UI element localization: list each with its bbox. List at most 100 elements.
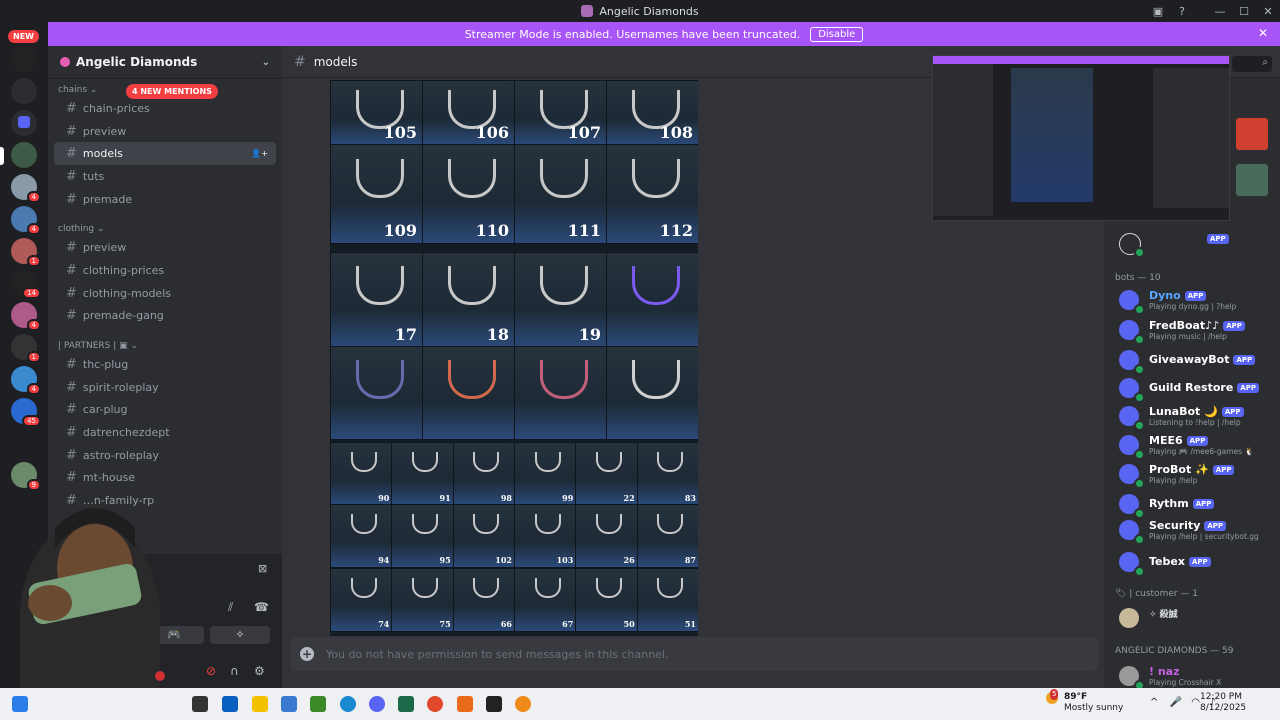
member-item-bot[interactable]: FredBoat♪♪ APP Playing music | /help (1115, 318, 1280, 345)
channel-item[interactable]: # clothing-prices (54, 259, 276, 282)
member-item-bot[interactable]: Rythm APP (1115, 492, 1280, 519)
help-icon[interactable]: ? (1170, 5, 1194, 18)
server-icon-angelic-diamonds[interactable] (11, 142, 37, 168)
blender-icon[interactable] (515, 696, 531, 712)
edge-icon[interactable] (340, 696, 356, 712)
chain-model-tile: 91 (391, 442, 455, 506)
mute-icon[interactable]: ⊘ (206, 664, 216, 678)
server-icon[interactable]: 4 (11, 174, 41, 203)
server-icon-blank[interactable] (11, 78, 37, 104)
member-item-bot[interactable]: Tebex APP (1115, 550, 1280, 577)
channel-label: clothing-models (82, 286, 171, 300)
discord-icon[interactable] (369, 696, 385, 712)
member-item[interactable]: ! naz Playing Crosshair X (1115, 664, 1280, 688)
game-thumbnail-icon[interactable] (1236, 164, 1268, 196)
channel-item[interactable]: # tuts (54, 165, 276, 188)
member-activity: Playing /help | securitybot.gg (1149, 532, 1259, 541)
chain-icon (411, 513, 438, 534)
chain-icon (534, 451, 561, 472)
member-item-bot[interactable]: Guild Restore APP (1115, 376, 1280, 403)
chain-model-tile: 103 (513, 504, 578, 568)
channel-item[interactable]: # mt-house (54, 467, 276, 490)
channel-item[interactable]: # preview (54, 120, 276, 143)
nvidia-icon[interactable] (310, 696, 326, 712)
wifi-icon[interactable]: ◠ (1191, 697, 1200, 708)
hashtag-icon: # (66, 308, 77, 324)
member-name: FredBoat♪♪ APP (1149, 319, 1245, 332)
channel-item[interactable]: # thc-plug (54, 353, 276, 376)
server-icon[interactable]: 1 (11, 238, 41, 267)
channel-item[interactable]: # spirit-roleplay (54, 376, 276, 399)
invite-icon[interactable]: 👤+ (251, 149, 268, 158)
channel-item[interactable]: # car-plug (54, 399, 276, 422)
member-item-bot[interactable]: Security APP Playing /help | securitybot.g… (1115, 518, 1280, 545)
online-status-icon (1134, 334, 1145, 345)
microphone-icon[interactable]: 🎤 (1170, 697, 1182, 708)
app-icon[interactable] (398, 696, 414, 712)
close-banner-icon[interactable]: ✕ (1258, 26, 1268, 40)
clock[interactable]: 12:20 PM 8/12/2025 (1200, 692, 1246, 714)
member-item-customer[interactable]: ✧ 殺誠 (1115, 606, 1280, 630)
chevron-up-icon[interactable]: ^ (1150, 697, 1158, 708)
settings-gear-icon[interactable]: ⚙ (254, 664, 265, 678)
member-item-bot[interactable]: GiveawayBot APP (1115, 348, 1280, 375)
close-button[interactable]: ✕ (1256, 5, 1280, 18)
weather-widget[interactable]: 5 89°F Mostly sunny (1046, 689, 1123, 713)
category-partners[interactable]: | PARTNERS | ▣ ⌄ (48, 335, 282, 353)
channel-item[interactable]: # chain-prices (54, 97, 276, 120)
hangup-icon[interactable]: ☎ (254, 600, 269, 614)
rust-icon[interactable] (1236, 118, 1268, 150)
overlay-icons (1236, 118, 1268, 210)
screen-share-preview[interactable] (932, 55, 1230, 221)
maximize-button[interactable]: ☐ (1232, 5, 1256, 18)
app-icon[interactable] (281, 696, 297, 712)
model-number: 19 (578, 325, 601, 344)
terminal-icon[interactable] (486, 696, 502, 712)
member-item-bot[interactable]: MEE6 APP Playing 🎮 /mee6-games 🐧 (1115, 433, 1280, 460)
server-icon[interactable]: 14 (11, 270, 41, 299)
file-explorer-icon[interactable] (252, 696, 268, 712)
member-item-bot[interactable]: LunaBot 🌙 APP Listening to !help | /help (1115, 404, 1280, 431)
member-item-bot[interactable]: ProBot ✨ APP Playing /help (1115, 462, 1280, 489)
chain-model-tile: 18 (422, 252, 516, 348)
member-item-bot[interactable]: Dyno APP Playing dyno.gg | ?help (1115, 288, 1280, 315)
server-icon[interactable]: 4 (11, 366, 41, 395)
channel-item[interactable]: # clothing-models (54, 282, 276, 305)
app-icon[interactable] (222, 696, 238, 712)
chrome-icon[interactable] (427, 696, 443, 712)
server-header[interactable]: Angelic Diamonds ⌄ (48, 46, 282, 79)
soundboard-button[interactable]: ✧ (210, 626, 270, 644)
server-icon-ambition[interactable] (11, 46, 37, 72)
server-icon[interactable]: 9 (11, 462, 41, 491)
start-icon[interactable] (12, 696, 28, 712)
server-icon[interactable]: 4 (11, 302, 41, 331)
chain-icon (356, 158, 404, 198)
app-icon[interactable] (457, 696, 473, 712)
inbox-icon[interactable]: ▣ (1146, 5, 1170, 18)
server-icon[interactable]: 1 (11, 334, 41, 363)
channel-item[interactable]: # astro-roleplay (54, 444, 276, 467)
chain-icon (540, 266, 588, 306)
new-mentions-badge[interactable]: 4 NEW MENTIONS (126, 84, 218, 99)
server-icon-folder[interactable] (11, 110, 37, 136)
message-input[interactable]: + You do not have permission to send mes… (290, 637, 1098, 671)
minimize-button[interactable]: — (1208, 5, 1232, 18)
search-input[interactable]: ⌕ (1232, 56, 1272, 72)
headphones-icon[interactable]: ∩ (230, 664, 239, 678)
channel-item[interactable]: # premade-gang (54, 305, 276, 328)
disconnect-icon[interactable]: ⊠ (258, 562, 267, 575)
channel-item[interactable]: # premade (54, 188, 276, 211)
server-icon[interactable]: 45 (11, 398, 41, 427)
channel-item[interactable]: # preview (54, 236, 276, 259)
channel-item[interactable]: # models 👤+ (54, 142, 276, 166)
member-item-bot[interactable]: APP (1115, 231, 1280, 258)
customer-header: 🏷 | customer — 1 (1115, 589, 1199, 599)
server-icon[interactable]: 4 (11, 206, 41, 235)
noise-suppression-icon[interactable]: ⫽ (228, 600, 233, 615)
taskview-icon[interactable] (192, 696, 208, 712)
chain-model-tile: 22 (575, 442, 639, 506)
disable-button[interactable]: Disable (810, 26, 864, 42)
category-clothing[interactable]: clothing ⌄ (48, 218, 282, 236)
channel-item[interactable]: # datrenchezdept (54, 421, 276, 444)
models-catalog-image[interactable]: 105 106 107 108 109 110 111 112 17 18 19 90 91 98 99 22… (330, 80, 698, 636)
